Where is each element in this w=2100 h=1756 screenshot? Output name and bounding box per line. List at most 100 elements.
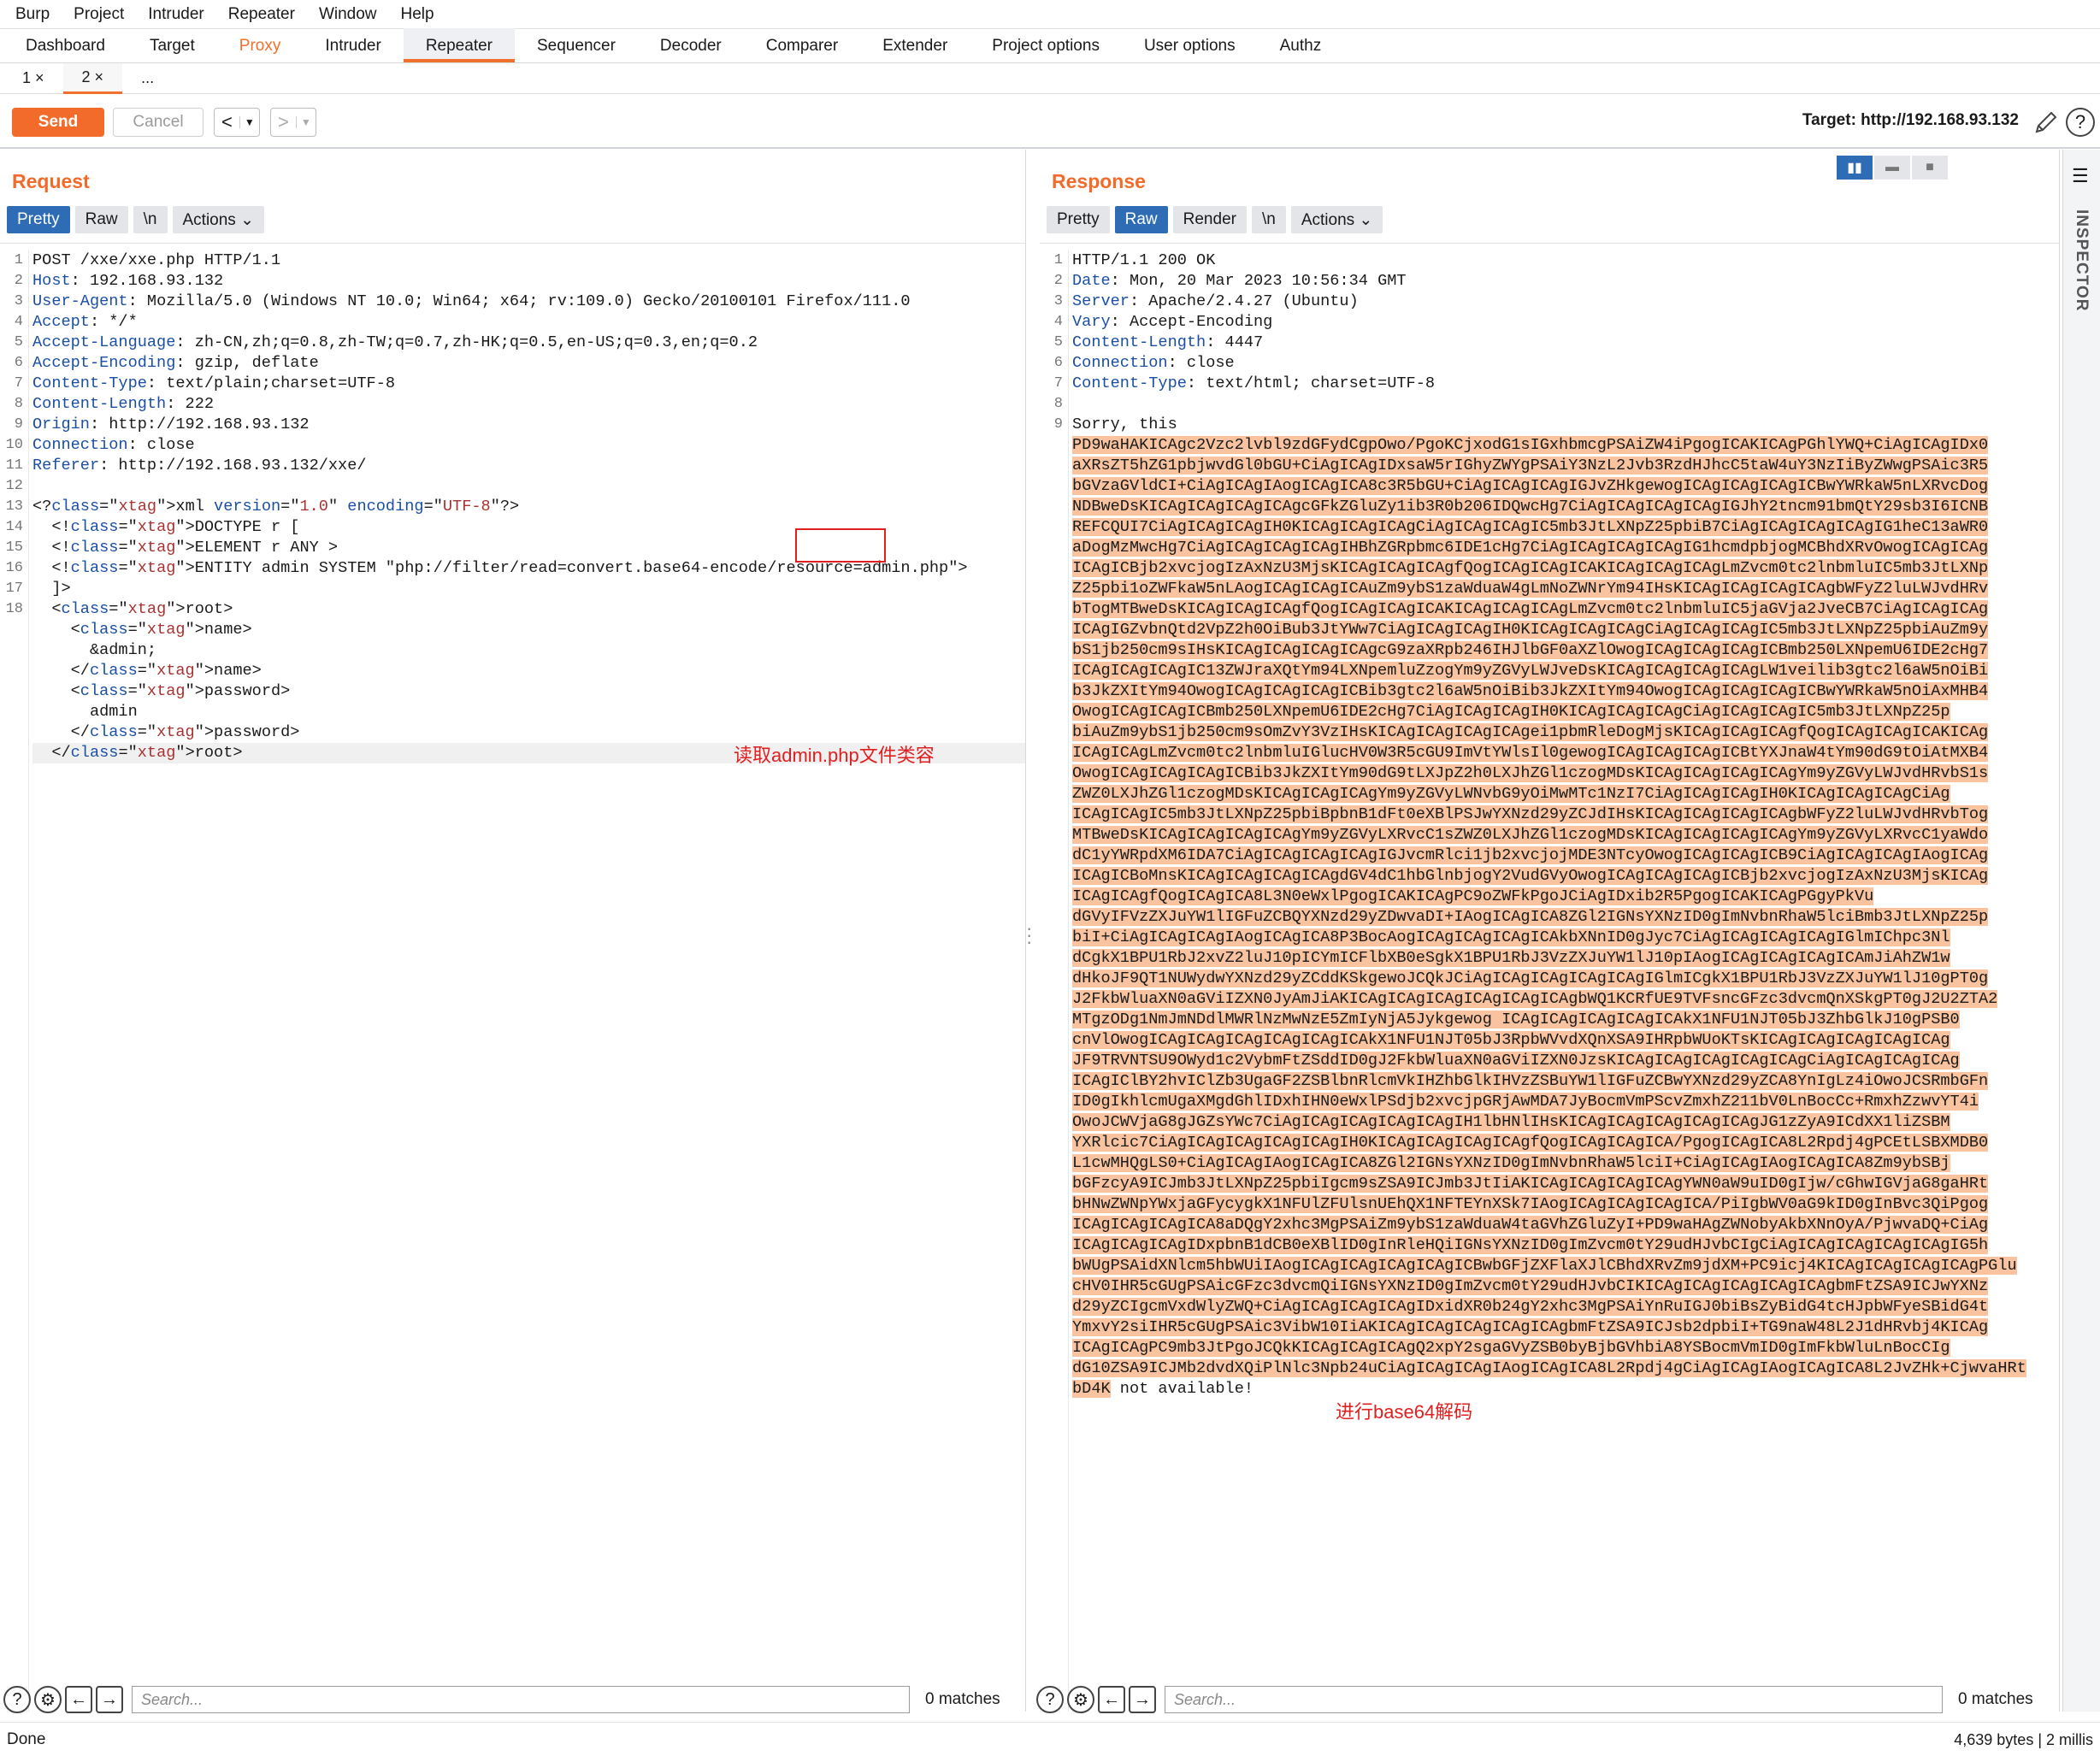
base64-text[interactable]: cnVlOwogICAgICAgICAgICAgICAgICAkX1NFU1NJ…	[1072, 1031, 1950, 1049]
help-icon[interactable]: ?	[3, 1686, 31, 1713]
view-tab-2[interactable]: Render	[1172, 206, 1247, 233]
base64-text[interactable]: ICAgICAgICAgICA8aDQgY2xhc3MgPSAiZm9ybS1z…	[1072, 1216, 1989, 1234]
tab-dashboard[interactable]: Dashboard	[3, 28, 127, 62]
base64-text[interactable]: PD9waHAKICAgc2Vzc2lvbl9zdGFydCgpOwo/PgoK…	[1072, 436, 1989, 454]
settings-gear-icon[interactable]: ⚙	[1067, 1686, 1094, 1713]
base64-text[interactable]: OwogICAgICAgICAgICBib3JkZXItYm90dG9tLXJp…	[1072, 764, 1989, 782]
view-tab-4[interactable]: Actions ⌄	[1290, 206, 1383, 233]
view-tab-1[interactable]: Raw	[74, 206, 128, 233]
base64-text[interactable]: dHkoJF9QT1NUWydwYXNzd29yZCddKSkgewoJCQkJ…	[1072, 969, 1989, 987]
base64-text[interactable]: dC1yYWRpdXM6IDA7CiAgICAgICAgICAgIGJvcmRl…	[1072, 846, 1989, 864]
base64-text[interactable]: YmxvY2siIHR5cGUgPSAic3VibW10IiAKICAgICAg…	[1072, 1318, 1989, 1336]
base64-text[interactable]: JF9TRVNTSU9OWyd1c2VybmFtZSddID0gJ2FkbWlu…	[1072, 1052, 1960, 1070]
tab-user-options[interactable]: User options	[1122, 28, 1258, 62]
base64-text[interactable]: YXRlcic7CiAgICAgICAgICAgICAgIH0KICAgICAg…	[1072, 1134, 1989, 1152]
inspector-label[interactable]: INSPECTOR	[2072, 209, 2091, 312]
pane-splitter-handle[interactable]: · · ·	[1026, 919, 1032, 952]
repeater-tab-1[interactable]: 1 ×	[3, 63, 63, 94]
base64-text[interactable]: bTogMTBweDsKICAgICAgICAgfQogICAgICAgICAK…	[1072, 600, 1989, 618]
search-prev-icon[interactable]: ←	[1098, 1686, 1125, 1713]
menu-item-project[interactable]: Project	[62, 5, 136, 24]
request-code[interactable]: POST /xxe/xxe.php HTTP/1.1 Host: 192.168.…	[32, 250, 1025, 763]
base64-text[interactable]: MTgzODg1NmJmNDdlMWRlNzMwNzE5ZmIyNjA5Jykg…	[1072, 1011, 1960, 1028]
base64-text[interactable]: biAuZm9ybS1jb250cm9sOmZvY3VzIHsKICAgICAg…	[1072, 723, 1989, 741]
send-button[interactable]: Send	[12, 108, 104, 137]
tab-decoder[interactable]: Decoder	[638, 28, 744, 62]
view-tab-3[interactable]: Actions ⌄	[172, 206, 265, 233]
repeater-tab-3[interactable]: ...	[122, 63, 173, 94]
base64-text[interactable]: aDogMzMwcHg7CiAgICAgICAgICAgIHBhZGRpbmc6…	[1072, 539, 1989, 557]
request-search-input[interactable]: Search...	[132, 1686, 910, 1713]
base64-text[interactable]: bD4K	[1072, 1380, 1111, 1398]
prev-request-button[interactable]: < ▼	[214, 108, 260, 137]
view-tab-2[interactable]: \n	[133, 206, 168, 233]
tab-authz[interactable]: Authz	[1258, 28, 1344, 62]
menu-item-intruder[interactable]: Intruder	[136, 5, 215, 24]
view-tab-1[interactable]: Raw	[1114, 206, 1168, 233]
search-next-icon[interactable]: →	[96, 1686, 123, 1713]
base64-text[interactable]: L1cwMHQgLS0+CiAgICAgIAogICAgICA8ZGl2IGNs…	[1072, 1154, 1950, 1172]
next-request-button[interactable]: > ▼	[270, 108, 316, 137]
edit-target-icon[interactable]	[2033, 109, 2059, 135]
menu-item-repeater[interactable]: Repeater	[216, 5, 307, 24]
inspector-panel[interactable]: ☰ INSPECTOR	[2062, 150, 2100, 1712]
base64-text[interactable]: ICAgICAgICAgIDxpbnB1dCB0eXBlID0gInRleHQi…	[1072, 1236, 1989, 1254]
base64-text[interactable]: OwoJCWVjaG8gJGZsYWc7CiAgICAgICAgICAgICAg…	[1072, 1113, 1950, 1131]
base64-text[interactable]: J2FkbWluaXN0aGViIZXN0JyAmJiAKICAgICAgICA…	[1072, 990, 1998, 1008]
request-editor[interactable]: 1 2 3 4 5 6 7 8 9 10 11 12 13 14 15 16 17 18 POST /xxe/xx…	[0, 243, 1025, 1712]
base64-text[interactable]: d29yZCIgcmVxdWlyZWQ+CiAgICAgICAgICAgIDxi…	[1072, 1298, 1989, 1316]
base64-text[interactable]: bS1jb250cm9sIHsKICAgICAgICAgICAgcG9zaXRp…	[1072, 641, 1989, 659]
base64-text[interactable]: bGFzcyA9ICJmb3JtLXNpZ25pbiIgcm9sZSA9ICJm…	[1072, 1175, 1989, 1193]
menu-item-burp[interactable]: Burp	[3, 5, 62, 24]
base64-text[interactable]: Z25pbi1oZWFkaW5nLAogICAgICAgICAuZm9ybS1z…	[1072, 580, 1989, 598]
base64-text[interactable]: NDBweDsKICAgICAgICAgICAgcGFkZGluZy1ib3R0…	[1072, 498, 1989, 516]
response-search-input[interactable]: Search...	[1165, 1686, 1943, 1713]
base64-text[interactable]: OwogICAgICAgICBmb250LXNpemU6IDE2cHg7CiAg…	[1072, 703, 1950, 721]
menu-item-window[interactable]: Window	[307, 5, 389, 24]
base64-text[interactable]: dG10ZSA9ICJMb2dvdXQiPlNlc3Npb24uCiAgICAg…	[1072, 1359, 2026, 1377]
menu-item-help[interactable]: Help	[389, 5, 446, 24]
settings-gear-icon[interactable]: ⚙	[34, 1686, 62, 1713]
dropdown-icon[interactable]: ▼	[295, 116, 316, 128]
base64-text[interactable]: REFCQUI7CiAgICAgICAgIH0KICAgICAgICAgCiAg…	[1072, 518, 1989, 536]
base64-text[interactable]: ICAgICBjb2xvcjogIzAxNzU3MjsKICAgICAgICAg…	[1072, 559, 1989, 577]
tab-proxy[interactable]: Proxy	[217, 28, 304, 62]
help-icon[interactable]: ?	[2066, 108, 2095, 137]
base64-text[interactable]: dCgkX1BPU1RbJ2xvZ2luJ10pICYmICFlbXB0eSgk…	[1072, 949, 1950, 967]
base64-text[interactable]: ICAgIGZvbnQtd2VpZ2h0OiBub3JtYWw7CiAgICAg…	[1072, 621, 1989, 639]
response-editor[interactable]: 1 2 3 4 5 6 7 8 9 HTTP/1.1 200 OK Date: Mon, 20 M…	[1040, 243, 2059, 1712]
base64-text[interactable]: bHNwZWNpYWxjaGFycygkX1NFUlZFUlsnUEhQX1NF…	[1072, 1195, 1989, 1213]
dropdown-icon[interactable]: ▼	[239, 116, 259, 128]
view-tab-0[interactable]: Pretty	[7, 206, 70, 233]
tab-repeater[interactable]: Repeater	[403, 28, 515, 62]
base64-text[interactable]: biI+CiAgICAgICAgIAogICAgICA8P3BocAogICAg…	[1072, 928, 1950, 946]
tab-extender[interactable]: Extender	[860, 28, 970, 62]
tab-intruder[interactable]: Intruder	[303, 28, 403, 62]
base64-text[interactable]: ICAgICAgICAgIC13ZWJraXQtYm94LXNpemluZzog…	[1072, 662, 1989, 680]
base64-text[interactable]: ICAgICAgfQogICAgICA8L3N0eWxlPgogICAKICAg…	[1072, 887, 1874, 905]
base64-text[interactable]: aXRsZT5hZG1pbjwvdGl0bGU+CiAgICAgIDxsaW5r…	[1072, 457, 1989, 474]
cancel-button[interactable]: Cancel	[113, 108, 204, 137]
base64-text[interactable]: b3JkZXItYm94OwogICAgICAgICAgICBib3gtc2l6…	[1072, 682, 1989, 700]
base64-text[interactable]: ICAgICAgIC5mb3JtLXNpZ25pbiBpbnB1dFt0eXBl…	[1072, 805, 1989, 823]
help-icon[interactable]: ?	[1036, 1686, 1064, 1713]
tab-target[interactable]: Target	[127, 28, 217, 62]
search-next-icon[interactable]: →	[1129, 1686, 1156, 1713]
inspector-menu-icon[interactable]: ☰	[2072, 165, 2089, 187]
repeater-tab-2[interactable]: 2 ×	[62, 62, 123, 94]
tab-sequencer[interactable]: Sequencer	[515, 28, 638, 62]
search-prev-icon[interactable]: ←	[65, 1686, 92, 1713]
base64-text[interactable]: bGVzaGVldCI+CiAgICAgIAogICAgICA8c3R5bGU+…	[1072, 477, 1989, 495]
base64-text[interactable]: dGVyIFVzZXJuYW1lIGFuZCBQYXNzd29yZDwvaDI+…	[1072, 908, 1989, 926]
view-tab-0[interactable]: Pretty	[1047, 206, 1110, 233]
base64-text[interactable]: ICAgIClBY2hvIClZb3UgaGF2ZSBlbnRlcmVkIHZh…	[1072, 1072, 1989, 1090]
base64-text[interactable]: ICAgICBoMnsKICAgICAgICAgICAgdGV4dC1hbGln…	[1072, 867, 1989, 885]
base64-text[interactable]: ICAgICAgPC9mb3JtPgoJCQkKICAgICAgICAgQ2xp…	[1072, 1339, 1950, 1357]
base64-text[interactable]: ID0gIkhlcmUgaXMgdGhlIDxhIHN0eWxlPSdjb2xv…	[1072, 1093, 1979, 1111]
base64-text[interactable]: ZWZ0LXJhZGl1czogMDsKICAgICAgICAgYm9yZGVy…	[1072, 785, 1950, 803]
base64-text[interactable]: MTBweDsKICAgICAgICAgICAgYm9yZGVyLXRvcC1s…	[1072, 826, 1989, 844]
base64-text[interactable]: bWUgPSAidXNlcm5hbWUiIAogICAgICAgICAgICAg…	[1072, 1257, 2017, 1275]
response-code[interactable]: HTTP/1.1 200 OK Date: Mon, 20 Mar 2023 10…	[1072, 250, 2059, 1399]
view-tab-3[interactable]: \n	[1251, 206, 1286, 233]
base64-text[interactable]: cHV0IHR5cGUgPSAicGFzc3dvcmQiIGNsYXNzID0g…	[1072, 1277, 1989, 1295]
